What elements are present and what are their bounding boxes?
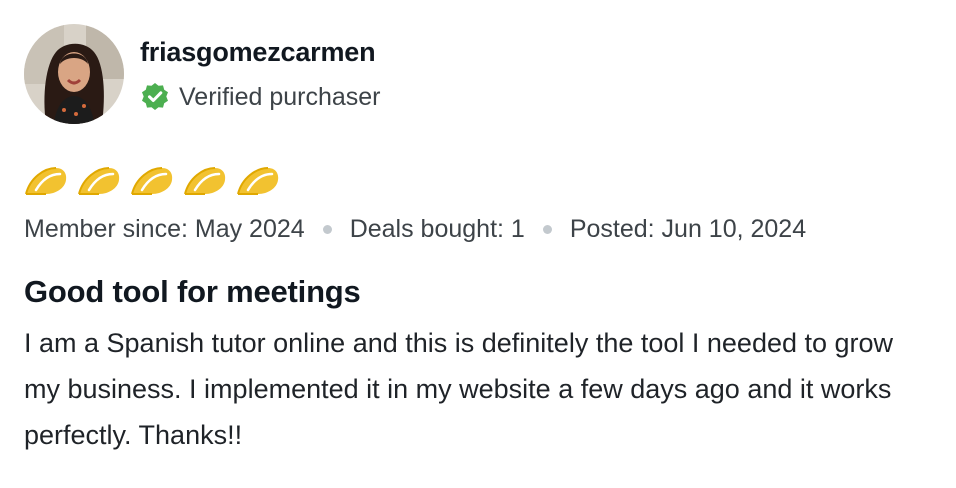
star-rating: [24, 164, 934, 198]
review-title: Good tool for meetings: [24, 274, 361, 309]
taco-icon: [184, 167, 226, 195]
review-card: friasgomezcarmen Verified purchaser Memb…: [24, 22, 934, 458]
posted-date: Posted: Jun 10, 2024: [569, 215, 807, 243]
meta-separator-dot: [542, 224, 552, 234]
user-info: friasgomezcarmen Verified purchaser: [140, 36, 381, 112]
taco-icon: [25, 167, 67, 195]
taco-icon: [131, 167, 173, 195]
review-meta: Member since: May 2024 Deals bought: 1 P…: [24, 212, 934, 246]
verified-label: Verified purchaser: [179, 83, 381, 111]
review-body: I am a Spanish tutor online and this is …: [24, 328, 894, 450]
taco-icon: [78, 167, 120, 195]
avatar[interactable]: [24, 24, 124, 124]
member-since: Member since: May 2024: [24, 215, 305, 243]
taco-icon: [237, 167, 279, 195]
review-header: friasgomezcarmen Verified purchaser: [24, 22, 934, 126]
deals-bought: Deals bought: 1: [349, 215, 525, 243]
verified-badge-icon: [142, 83, 168, 110]
verified-purchaser: Verified purchaser: [140, 82, 381, 112]
meta-separator-dot: [322, 224, 332, 234]
username[interactable]: friasgomezcarmen: [140, 36, 381, 68]
